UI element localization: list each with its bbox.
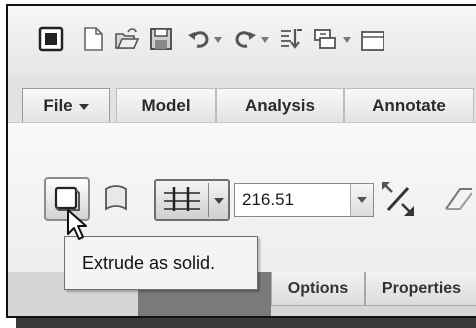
regenerate-icon[interactable] (278, 26, 304, 52)
depth-option-button[interactable] (154, 179, 230, 221)
open-file-icon[interactable] (114, 26, 140, 52)
tab-options[interactable]: Options (271, 272, 365, 306)
chevron-down-icon (78, 103, 89, 110)
flip-direction-button[interactable] (378, 178, 418, 220)
split-divider (208, 183, 209, 217)
tab-annotate-label: Annotate (372, 95, 446, 115)
mouse-pointer-icon (67, 209, 87, 240)
tab-model[interactable]: Model (116, 88, 216, 122)
tab-properties-label: Properties (381, 279, 462, 297)
tab-analysis[interactable]: Analysis (216, 88, 344, 122)
depth-value-field[interactable]: 216.51 (234, 183, 374, 217)
ribbon-tab-bar: File Model Analysis Annotate (8, 82, 476, 122)
tooltip-text: Extrude as solid. (82, 252, 216, 273)
undo-dropdown-icon[interactable] (213, 36, 223, 44)
tab-annotate[interactable]: Annotate (344, 88, 474, 122)
surface-icon (105, 185, 127, 211)
depth-value[interactable]: 216.51 (242, 190, 294, 210)
tab-file-label: File (43, 95, 73, 115)
redo-icon[interactable] (232, 26, 258, 52)
window-icon[interactable] (38, 26, 64, 52)
save-icon[interactable] (148, 26, 174, 52)
extrude-surface-button[interactable] (100, 181, 132, 217)
new-file-icon[interactable] (80, 26, 106, 52)
tab-file[interactable]: File (22, 88, 110, 122)
tab-analysis-label: Analysis (245, 95, 315, 115)
tab-model-label: Model (141, 95, 191, 115)
chevron-down-icon[interactable] (213, 197, 225, 205)
undo-icon[interactable] (186, 26, 212, 52)
redo-dropdown-icon[interactable] (260, 36, 270, 44)
thicken-sketch-button[interactable] (442, 181, 472, 217)
tab-properties[interactable]: Properties (365, 272, 476, 306)
windows-icon[interactable] (312, 26, 338, 52)
flip-arrows-icon (382, 182, 414, 216)
blind-depth-icon (164, 187, 200, 211)
close-window-icon[interactable] (358, 26, 384, 52)
extrude-solid-tooltip: Extrude as solid. (64, 236, 258, 290)
windows-dropdown-icon[interactable] (342, 36, 352, 44)
thicken-icon (445, 188, 472, 210)
tab-options-label: Options (287, 279, 349, 297)
quick-access-toolbar (8, 6, 476, 76)
depth-dropdown-button[interactable] (350, 184, 373, 216)
chevron-down-icon (357, 197, 367, 203)
